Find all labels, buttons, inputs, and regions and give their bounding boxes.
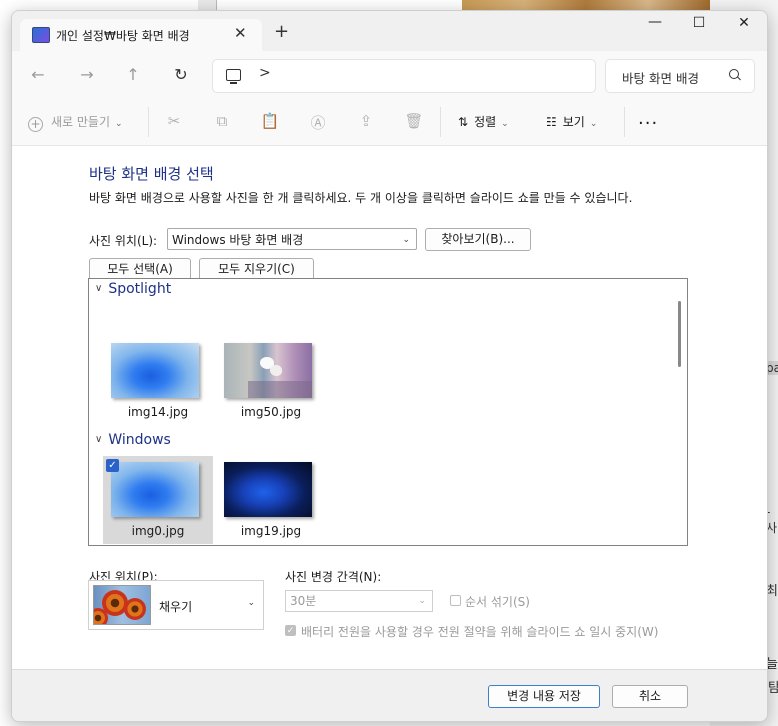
group-name: Windows: [108, 432, 171, 448]
chevron-down-icon: ⌄: [115, 119, 123, 129]
desktop-background-panel: 바탕 화면 배경 선택 바탕 화면 배경으로 사용할 사진을 한 개 클릭하세요…: [12, 146, 767, 669]
tab-title: 개인 설정₩바탕 화면 배경: [56, 29, 190, 43]
shuffle-checkbox[interactable]: [450, 595, 461, 606]
back-arrow-icon[interactable]: ←: [27, 65, 49, 84]
view-button[interactable]: ☷ 보기 ⌄: [546, 113, 597, 130]
picture-position-dropdown[interactable]: 채우기 ⌄: [88, 580, 264, 630]
navigation-bar: ← → ↑ ↻ > 바탕 화면 배경: [12, 51, 767, 97]
close-tab-icon[interactable]: ✕: [234, 24, 247, 42]
page-description: 바탕 화면 배경으로 사용할 사진을 한 개 클릭하세요. 두 개 이상을 클릭…: [89, 191, 633, 205]
view-label: 보기: [562, 115, 585, 129]
group-header-spotlight[interactable]: ∨ Spotlight: [95, 281, 171, 297]
picture-item[interactable]: img50.jpg: [216, 337, 326, 425]
group-name: Spotlight: [108, 281, 172, 297]
picture-position-value: 채우기: [159, 600, 193, 614]
change-interval-value: 30분: [290, 594, 317, 608]
change-interval-dropdown[interactable]: 30분 ⌄: [285, 590, 433, 612]
picture-item[interactable]: img19.jpg: [216, 456, 326, 544]
new-tab-button[interactable]: +: [274, 23, 289, 41]
new-button[interactable]: + 새로 만들기 ⌄: [28, 113, 123, 132]
monitor-icon: [226, 69, 241, 84]
chevron-down-icon: ∨: [95, 283, 103, 294]
group-header-windows[interactable]: ∨ Windows: [95, 432, 171, 448]
search-input[interactable]: 바탕 화면 배경: [622, 68, 699, 87]
browse-button[interactable]: 찾아보기(B)...: [425, 228, 531, 251]
cut-icon[interactable]: ✂: [164, 112, 184, 130]
background-text: 탐: [768, 681, 778, 696]
minimize-icon[interactable]: —: [640, 14, 670, 30]
toolbar-divider: [624, 107, 625, 137]
maximize-icon[interactable]: ☐: [684, 15, 714, 31]
sort-button[interactable]: ⇅ 정렬 ⌄: [458, 113, 509, 130]
control-panel-icon: [32, 27, 50, 43]
shuffle-label: 순서 섞기(S): [465, 595, 530, 609]
search-box[interactable]: 바탕 화면 배경: [605, 59, 755, 93]
sort-icon: ⇅: [458, 115, 469, 129]
share-icon[interactable]: ⇪: [356, 112, 376, 130]
toolbar-divider: [148, 107, 149, 137]
chevron-down-icon: ⌄: [418, 596, 426, 606]
picture-item[interactable]: ✓ img0.jpg: [103, 456, 213, 544]
forward-arrow-icon[interactable]: →: [76, 65, 98, 84]
chevron-down-icon: ⌄: [501, 119, 509, 129]
address-bar[interactable]: >: [212, 59, 596, 93]
copy-icon[interactable]: ⧉: [212, 112, 232, 130]
refresh-icon[interactable]: ↻: [170, 65, 192, 84]
picture-filename: img0.jpg: [131, 524, 185, 538]
search-icon[interactable]: [729, 69, 739, 79]
picture-filename: img50.jpg: [240, 405, 302, 419]
new-label: 새로 만들기: [51, 115, 111, 129]
rename-icon[interactable]: Ⓐ: [308, 112, 328, 133]
wallpaper-thumbnail: [111, 462, 199, 517]
chevron-down-icon: ⌄: [247, 598, 255, 608]
checkbox-checked-icon[interactable]: ✓: [106, 459, 119, 472]
page-title: 바탕 화면 배경 선택: [89, 165, 214, 183]
chevron-right-icon[interactable]: >: [259, 65, 271, 81]
wallpaper-thumbnail: [224, 343, 312, 398]
explorer-window: 개인 설정₩바탕 화면 배경 ✕ + — ☐ ✕ ← → ↑ ↻ > 바탕 화면…: [11, 10, 768, 722]
view-list-icon: ☷: [546, 115, 557, 129]
delete-icon[interactable]: 🗑: [404, 112, 424, 130]
picture-location-value: Windows 바탕 화면 배경: [172, 233, 304, 247]
battery-pause-label: 배터리 전원을 사용할 경우 전원 절약을 위해 슬라이드 쇼 일시 중지(W): [301, 625, 659, 639]
picture-location-dropdown[interactable]: Windows 바탕 화면 배경 ⌄: [167, 228, 417, 250]
chevron-down-icon: ⌄: [402, 235, 410, 245]
command-bar: + 새로 만들기 ⌄ ✂ ⧉ 📋 Ⓐ ⇪ 🗑 ⇅ 정렬 ⌄ ☷ 보기 ⌄ ...: [12, 97, 767, 146]
chevron-down-icon: ⌄: [589, 119, 598, 129]
wallpaper-thumbnail: [224, 462, 312, 517]
fill-preview-icon: [93, 585, 151, 625]
close-window-icon[interactable]: ✕: [729, 15, 759, 31]
background-window-edge: [198, 0, 217, 10]
save-changes-button[interactable]: 변경 내용 저장: [488, 685, 600, 708]
scrollbar-thumb[interactable]: [678, 301, 681, 367]
picture-filename: img14.jpg: [127, 405, 189, 419]
picture-list[interactable]: ∨ Spotlight img14.jpg img50.jpg ∨ Windows …: [88, 278, 688, 546]
battery-pause-checkbox[interactable]: ✓: [285, 625, 296, 636]
change-interval-label: 사진 변경 간격(N):: [285, 570, 382, 584]
wallpaper-thumbnail: [111, 343, 199, 398]
up-arrow-icon[interactable]: ↑: [122, 65, 144, 84]
dialog-footer: 변경 내용 저장 취소: [12, 669, 767, 721]
picture-item[interactable]: img14.jpg: [103, 337, 213, 425]
picture-filename: img19.jpg: [240, 524, 302, 538]
plus-circle-icon: +: [28, 117, 43, 132]
paste-icon[interactable]: 📋: [260, 112, 280, 130]
more-options-icon[interactable]: ...: [638, 108, 658, 129]
chevron-down-icon: ∨: [95, 434, 103, 445]
picture-location-label: 사진 위치(L):: [89, 234, 158, 248]
cancel-button[interactable]: 취소: [612, 685, 688, 708]
toolbar-divider: [440, 107, 441, 137]
title-bar[interactable]: 개인 설정₩바탕 화면 배경 ✕ + — ☐ ✕: [12, 11, 767, 51]
tab-desktop-background[interactable]: 개인 설정₩바탕 화면 배경 ✕: [20, 19, 262, 51]
sort-label: 정렬: [474, 115, 497, 129]
background-photo: [462, 0, 710, 10]
